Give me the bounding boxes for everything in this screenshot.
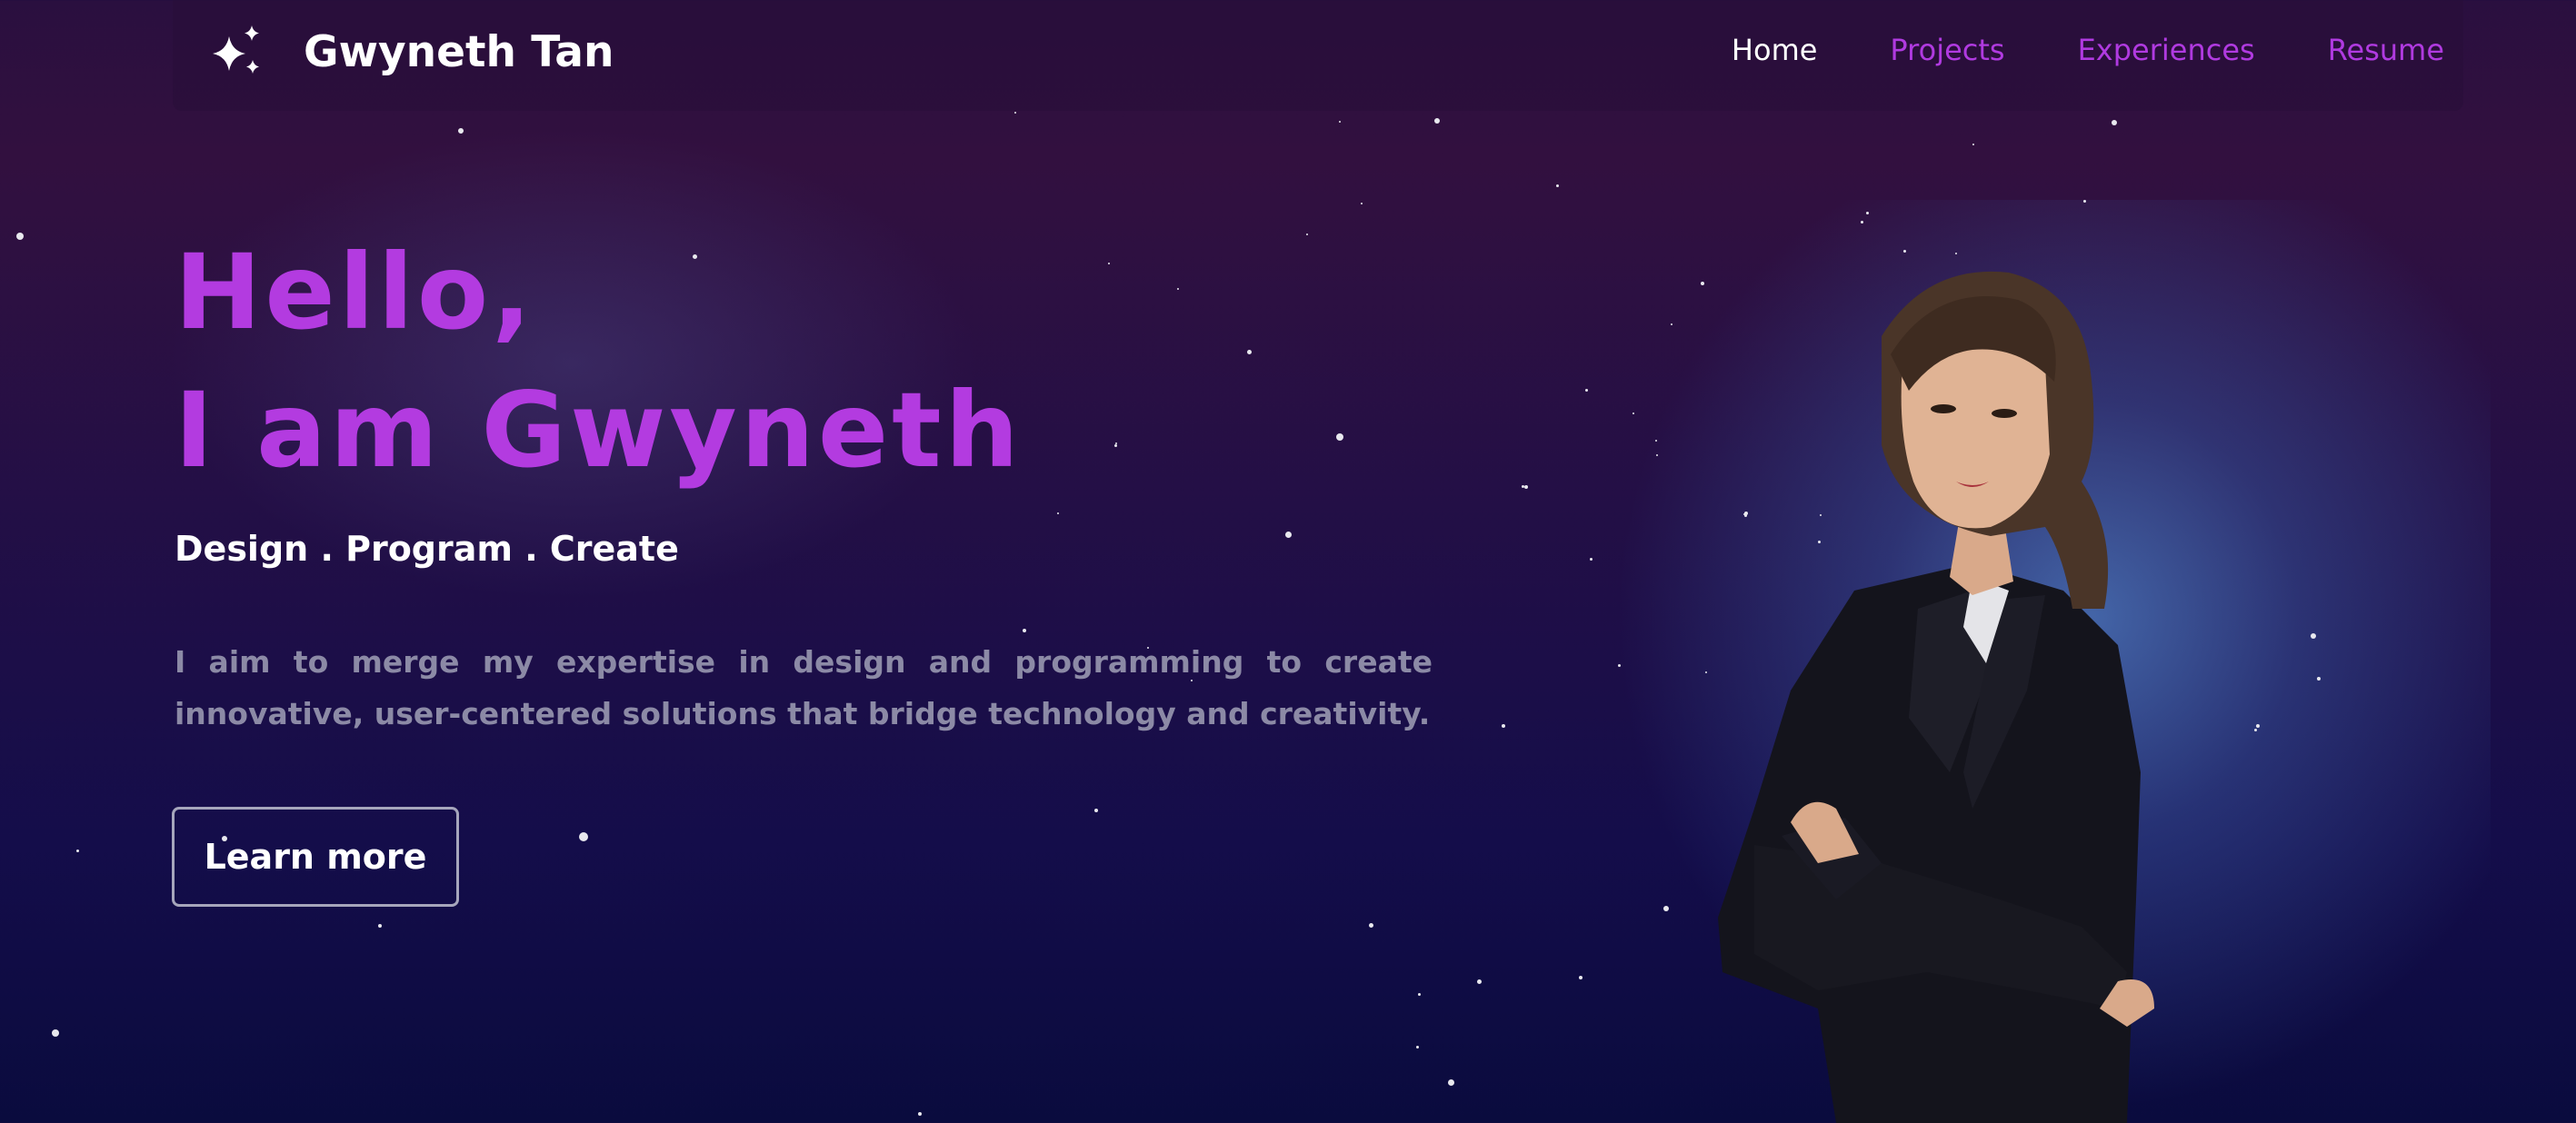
star	[1416, 1046, 1419, 1048]
star	[458, 128, 464, 134]
hero-greeting-line2: I am Gwyneth	[175, 370, 1023, 491]
star	[1285, 532, 1292, 538]
nav-link-experiences[interactable]: Experiences	[2078, 33, 2255, 67]
nav-link-resume[interactable]: Resume	[2328, 33, 2444, 67]
sparkles-icon	[213, 25, 259, 74]
star	[1524, 485, 1528, 489]
star	[1556, 184, 1559, 187]
star	[1522, 485, 1524, 488]
star	[16, 233, 24, 240]
hero-greeting: Hello, I am Gwyneth	[175, 224, 1023, 500]
learn-more-button[interactable]: Learn more	[172, 807, 459, 907]
star	[2317, 677, 2321, 681]
star	[1861, 221, 1863, 224]
star	[1023, 629, 1026, 632]
star	[52, 1029, 59, 1037]
star	[1014, 112, 1016, 114]
star	[1434, 118, 1440, 124]
star	[1336, 433, 1343, 441]
brand[interactable]: Gwyneth Tan	[209, 24, 614, 80]
profile-portrait	[1718, 271, 2154, 1123]
star	[1866, 212, 1869, 214]
star	[1057, 512, 1059, 514]
star	[1655, 440, 1657, 442]
star	[1579, 976, 1583, 979]
star	[1418, 993, 1421, 996]
star	[1590, 558, 1593, 561]
star	[918, 1112, 922, 1116]
hero-description: I aim to merge my expertise in design an…	[175, 644, 1433, 731]
star	[1247, 350, 1252, 354]
nav-link-home[interactable]: Home	[1732, 33, 1818, 67]
star	[2112, 120, 2117, 125]
star	[1094, 809, 1098, 812]
star	[1955, 253, 1957, 254]
star	[1663, 906, 1669, 911]
hero-tagline: Design . Program . Create	[175, 529, 679, 569]
star	[1339, 121, 1341, 123]
star	[1306, 234, 1308, 235]
star	[1656, 454, 1658, 456]
nav-links: Home Projects Experiences Resume	[1732, 33, 2444, 67]
star	[1477, 979, 1482, 984]
star	[1585, 389, 1588, 392]
star	[1115, 442, 1117, 444]
star	[1448, 1079, 1454, 1086]
star	[378, 924, 382, 928]
star	[1632, 412, 1634, 414]
star	[2311, 633, 2316, 639]
star	[1618, 664, 1621, 667]
star	[1903, 250, 1906, 253]
star	[579, 832, 588, 841]
star	[1361, 203, 1363, 204]
star	[1108, 263, 1110, 264]
brand-name: Gwyneth Tan	[304, 26, 614, 77]
star	[1671, 323, 1672, 325]
nav-link-projects[interactable]: Projects	[1890, 33, 2004, 67]
star	[1114, 444, 1117, 447]
star	[2083, 200, 2086, 203]
star	[1502, 724, 1505, 728]
star	[1972, 144, 1974, 145]
star	[1369, 923, 1373, 928]
star	[76, 850, 79, 852]
star	[1177, 288, 1179, 290]
hero-greeting-line1: Hello,	[175, 232, 535, 353]
